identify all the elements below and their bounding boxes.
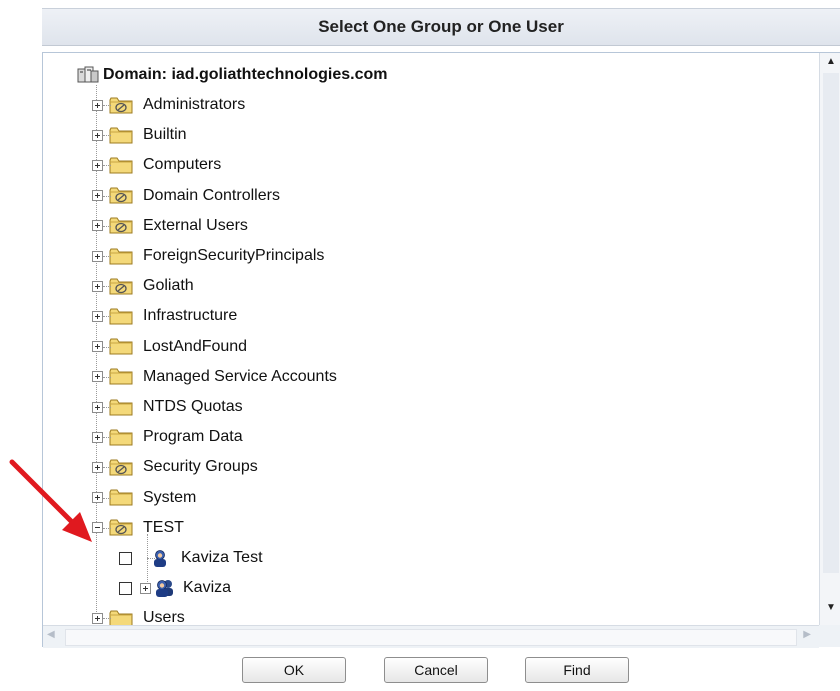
tree-connector-line — [103, 256, 111, 257]
tree-connector-line — [103, 376, 111, 378]
group-folder-icon — [109, 217, 133, 234]
cancel-button[interactable]: Cancel — [384, 657, 488, 683]
tree-node-administrators[interactable]: Administrators — [92, 93, 245, 117]
expand-toggle-icon[interactable] — [92, 190, 103, 202]
tree-node-label: TEST — [143, 518, 184, 536]
folder-icon — [109, 368, 133, 385]
tree-node-label: Infrastructure — [143, 307, 238, 325]
horizontal-scrollbar[interactable]: ◀ ▶ — [43, 625, 819, 648]
scroll-down-arrow-icon[interactable]: ▼ — [820, 599, 840, 617]
dialog-title: Select One Group or One User — [42, 8, 840, 46]
tree-connector-line — [103, 165, 111, 167]
group-folder-icon — [109, 97, 133, 113]
user-group-icon — [156, 580, 173, 598]
group-folder-icon — [109, 278, 133, 295]
expand-toggle-icon[interactable] — [92, 431, 103, 443]
folder-icon — [109, 157, 133, 174]
expand-toggle-icon[interactable] — [92, 341, 103, 353]
dialog-button-bar: OK Cancel Find — [0, 654, 840, 688]
folder-icon — [109, 248, 133, 264]
folder-icon — [109, 429, 133, 446]
tree-connector-line — [103, 407, 111, 408]
tree-node-label: Program Data — [143, 428, 243, 446]
tree-node-label: Managed Service Accounts — [143, 367, 337, 385]
tree-node-computers[interactable]: Computers — [92, 153, 221, 177]
tree-node-label: External Users — [143, 216, 248, 234]
tree-node-label: Security Groups — [143, 458, 258, 476]
find-button[interactable]: Find — [525, 657, 629, 683]
group-folder-icon — [109, 187, 133, 204]
domain-label: Domain: iad.goliathtechnologies.com — [103, 66, 388, 83]
tree-connector-line — [103, 286, 111, 288]
expand-toggle-icon[interactable] — [92, 250, 103, 262]
tree-connector-line — [103, 346, 111, 348]
folder-icon — [109, 308, 133, 325]
tree-node-label: Domain Controllers — [143, 186, 280, 204]
expand-toggle-icon[interactable] — [140, 582, 151, 594]
user-icon — [154, 550, 166, 567]
directory-tree-panel: Domain: iad.goliathtechnologies.com Admi… — [42, 52, 840, 648]
tree-node-program-data[interactable]: Program Data — [92, 425, 243, 449]
tree-node-domain-controllers[interactable]: Domain Controllers — [92, 184, 280, 208]
expand-toggle-icon[interactable] — [92, 280, 103, 292]
horizontal-scroll-thumb[interactable] — [65, 629, 797, 646]
tree-node-label: LostAndFound — [143, 337, 248, 355]
tree-connector-line — [103, 135, 111, 137]
expand-toggle-icon[interactable] — [92, 99, 103, 111]
tree-node-label: Kaviza — [183, 579, 232, 597]
folder-icon — [109, 127, 133, 144]
tree-node-label: Computers — [143, 156, 222, 174]
tree-node-managed-service-accounts[interactable]: Managed Service Accounts — [92, 365, 337, 389]
tree-connector-line — [103, 105, 111, 106]
expand-toggle-icon[interactable] — [92, 129, 103, 141]
tree-node-ntds-quotas[interactable]: NTDS Quotas — [92, 395, 243, 419]
vertical-scroll-thumb[interactable] — [823, 73, 839, 573]
tree-node-kaviza[interactable]: Kaviza — [119, 576, 231, 600]
tree-root-domain[interactable]: Domain: iad.goliathtechnologies.com — [77, 63, 387, 87]
tree-node-lostandfound[interactable]: LostAndFound — [92, 335, 247, 359]
tree-node-label: Kaviza Test — [181, 549, 263, 566]
tree-node-label: Users — [143, 609, 185, 625]
ok-button[interactable]: OK — [242, 657, 346, 683]
folder-icon — [109, 399, 133, 415]
tree-connector-line — [103, 316, 111, 318]
select-checkbox[interactable] — [119, 551, 132, 565]
tree-node-label: Builtin — [143, 126, 187, 144]
tree-connector-line — [103, 437, 111, 439]
expand-toggle-icon[interactable] — [92, 371, 103, 383]
tree-node-label: Administrators — [143, 96, 246, 113]
expand-toggle-icon[interactable] — [92, 310, 103, 322]
expand-toggle-icon[interactable] — [92, 220, 103, 232]
select-group-or-user-dialog: Select One Group or One User Domain: iad… — [0, 0, 840, 691]
scroll-corner — [819, 625, 840, 647]
scroll-up-arrow-icon[interactable]: ▲ — [820, 53, 840, 71]
folder-icon — [109, 338, 133, 355]
tree-node-label: NTDS Quotas — [143, 398, 243, 415]
scroll-left-arrow-icon[interactable]: ◀ — [47, 629, 55, 640]
expand-toggle-icon[interactable] — [92, 612, 103, 624]
tree-node-label: System — [143, 488, 197, 506]
tree-node-users[interactable]: Users — [92, 606, 185, 625]
tree-connector-line — [103, 618, 111, 620]
folder-icon — [109, 610, 133, 625]
vertical-scrollbar[interactable]: ▲ ▼ — [819, 53, 840, 625]
annotation-arrow-icon — [9, 459, 92, 542]
tree-node-label: Goliath — [143, 277, 194, 295]
tree-node-infrastructure[interactable]: Infrastructure — [92, 304, 237, 328]
tree-node-foreignsecurityprincipals[interactable]: ForeignSecurityPrincipals — [92, 244, 324, 268]
tree-viewport: Domain: iad.goliathtechnologies.com Admi… — [43, 53, 819, 625]
select-checkbox[interactable] — [119, 581, 132, 595]
domain-icon — [77, 66, 99, 83]
tree-connector-line — [103, 195, 111, 197]
tree-node-external-users[interactable]: External Users — [92, 214, 248, 238]
scroll-right-arrow-icon[interactable]: ▶ — [803, 629, 811, 640]
expand-toggle-icon[interactable] — [92, 159, 103, 171]
tree-node-kaviza-test[interactable]: Kaviza Test — [119, 546, 263, 570]
tree-node-label: ForeignSecurityPrincipals — [143, 247, 325, 264]
expand-toggle-icon[interactable] — [92, 401, 103, 413]
tree-connector-line — [103, 225, 111, 227]
